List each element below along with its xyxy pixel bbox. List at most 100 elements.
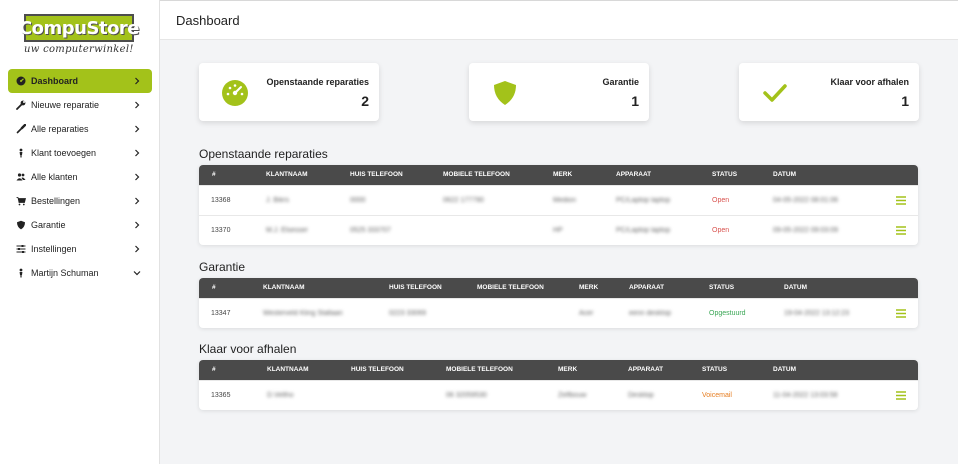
- column-header[interactable]: DATUM: [773, 366, 796, 373]
- column-header[interactable]: MERK: [558, 366, 577, 373]
- cell-mobile-phone: 06 32059530: [446, 392, 487, 399]
- cell-status: Open: [712, 197, 730, 204]
- card-count: 1: [631, 93, 639, 109]
- cell-mobile-phone: 0622 177790: [443, 197, 484, 204]
- users-icon: [16, 172, 26, 182]
- cell-device: PC/Laptop laptop: [616, 227, 671, 234]
- cell-date: 11-04-2022 13:03:58: [773, 392, 838, 399]
- column-header[interactable]: MOBIELE TELEFOON: [446, 366, 513, 373]
- column-header[interactable]: MERK: [553, 171, 572, 178]
- cell-home-phone: 0223 33069: [389, 310, 426, 317]
- column-header[interactable]: #: [212, 284, 216, 291]
- cell-brand: HP: [553, 227, 563, 234]
- sidebar-item-all-repairs[interactable]: Alle reparaties: [8, 117, 152, 141]
- column-header[interactable]: APPARAAT: [616, 171, 651, 178]
- cell-customer: M.J. Elsesser: [266, 227, 309, 234]
- table-header: # KLANTNAAM HUIS TELEFOON MOBIELE TELEFO…: [199, 165, 918, 185]
- cell-home-phone: 0000: [350, 197, 366, 204]
- column-header[interactable]: STATUS: [712, 171, 737, 178]
- column-header[interactable]: MOBIELE TELEFOON: [443, 171, 510, 178]
- sidebar-item-settings[interactable]: Instellingen: [8, 237, 152, 261]
- table-open-repairs: # KLANTNAAM HUIS TELEFOON MOBIELE TELEFO…: [199, 165, 918, 245]
- menu-icon[interactable]: [896, 226, 906, 235]
- cell-date: 04-05-2022 08:01:06: [773, 197, 838, 204]
- column-header[interactable]: HUIS TELEFOON: [389, 284, 442, 291]
- sidebar-item-add-customer[interactable]: Klant toevoegen: [8, 141, 152, 165]
- sidebar-item-label: Alle klanten: [31, 172, 78, 182]
- column-header[interactable]: DATUM: [773, 171, 796, 178]
- section-title-open-repairs: Openstaande reparaties: [199, 147, 328, 161]
- cell-status: Voicemail: [702, 392, 732, 399]
- column-header[interactable]: APPARAAT: [629, 284, 664, 291]
- menu-icon[interactable]: [896, 391, 906, 400]
- column-header[interactable]: KLANTNAAM: [266, 171, 308, 178]
- sidebar-item-new-repair[interactable]: Nieuwe reparatie: [8, 93, 152, 117]
- column-header[interactable]: APPARAAT: [628, 366, 663, 373]
- column-header[interactable]: KLANTNAAM: [267, 366, 309, 373]
- brand-logo[interactable]: CompuStore uw computerwinkel!: [19, 14, 140, 60]
- column-header[interactable]: DATUM: [784, 284, 807, 291]
- column-header[interactable]: STATUS: [702, 366, 727, 373]
- stat-card-warranty[interactable]: Garantie 1: [469, 63, 649, 121]
- column-header[interactable]: #: [212, 366, 216, 373]
- table-row[interactable]: 13370 M.J. Elsesser 0525 333707 HP PC/La…: [199, 215, 918, 245]
- sidebar-nav: Dashboard Nieuwe reparatie Alle reparati…: [8, 69, 152, 285]
- menu-icon[interactable]: [896, 196, 906, 205]
- chevron-right-icon: [135, 197, 140, 205]
- sidebar-item-all-customers[interactable]: Alle klanten: [8, 165, 152, 189]
- table-header: # KLANTNAAM HUIS TELEFOON MOBIELE TELEFO…: [199, 278, 918, 298]
- cell-device: PC/Laptop laptop: [616, 197, 671, 204]
- chevron-right-icon: [135, 221, 140, 229]
- cell-id: 13370: [211, 227, 231, 234]
- chevron-right-icon: [135, 173, 140, 181]
- top-header: Dashboard: [160, 0, 958, 40]
- cell-date: 09-05-2022 09:03:09: [773, 227, 838, 234]
- card-label: Klaar voor afhalen: [830, 77, 909, 87]
- sidebar-item-label: Martijn Schuman: [31, 268, 99, 278]
- check-icon: [763, 84, 787, 102]
- column-header[interactable]: STATUS: [709, 284, 734, 291]
- column-header[interactable]: MERK: [579, 284, 598, 291]
- chevron-right-icon: [135, 101, 140, 109]
- chevron-right-icon: [135, 125, 140, 133]
- shield-icon: [16, 220, 26, 230]
- shield-icon: [494, 81, 516, 105]
- sidebar-item-user-profile[interactable]: Martijn Schuman: [8, 261, 152, 285]
- dashboard-icon: [16, 76, 26, 86]
- table-header: # KLANTNAAM HUIS TELEFOON MOBIELE TELEFO…: [199, 360, 918, 380]
- table-row[interactable]: 13347 Westerveld Kling Stallaan 0223 330…: [199, 298, 918, 328]
- sidebar-item-label: Nieuwe reparatie: [31, 100, 100, 110]
- sidebar: CompuStore uw computerwinkel! Dashboard …: [0, 0, 160, 464]
- table-warranty: # KLANTNAAM HUIS TELEFOON MOBIELE TELEFO…: [199, 278, 918, 328]
- cell-brand: Acer: [579, 310, 594, 317]
- sliders-icon: [16, 244, 26, 254]
- card-label: Openstaande reparaties: [266, 77, 369, 87]
- cell-customer: Westerveld Kling Stallaan: [263, 310, 343, 317]
- column-header[interactable]: HUIS TELEFOON: [351, 366, 404, 373]
- cell-device: Desktop: [628, 392, 654, 399]
- chevron-right-icon: [135, 245, 140, 253]
- column-header[interactable]: KLANTNAAM: [263, 284, 305, 291]
- sidebar-item-label: Bestellingen: [31, 196, 81, 206]
- brand-tagline: uw computerwinkel!: [24, 44, 134, 55]
- sidebar-item-dashboard[interactable]: Dashboard: [8, 69, 152, 93]
- sidebar-item-label: Dashboard: [31, 76, 79, 86]
- table-row[interactable]: 13365 D.Veltho 06 32059530 Zelfbouw Desk…: [199, 380, 918, 410]
- table-row[interactable]: 13368 J. Bikrs 0000 0622 177790 Medion P…: [199, 185, 918, 215]
- sidebar-item-orders[interactable]: Bestellingen: [8, 189, 152, 213]
- stat-card-open-repairs[interactable]: Openstaande reparaties 2: [199, 63, 379, 121]
- column-header[interactable]: HUIS TELEFOON: [350, 171, 403, 178]
- menu-icon[interactable]: [896, 309, 906, 318]
- stat-card-ready-pickup[interactable]: Klaar voor afhalen 1: [739, 63, 919, 121]
- cell-customer: D.Veltho: [267, 392, 294, 399]
- gauge-icon: [222, 80, 248, 106]
- cell-status: Open: [712, 227, 730, 234]
- brand-name: CompuStore: [18, 17, 140, 39]
- cell-brand: Medion: [553, 197, 576, 204]
- column-header[interactable]: MOBIELE TELEFOON: [477, 284, 544, 291]
- sidebar-item-warranty[interactable]: Garantie: [8, 213, 152, 237]
- cell-customer: J. Bikrs: [266, 197, 289, 204]
- table-ready-pickup: # KLANTNAAM HUIS TELEFOON MOBIELE TELEFO…: [199, 360, 918, 410]
- column-header[interactable]: #: [212, 171, 216, 178]
- sidebar-item-label: Instellingen: [31, 244, 77, 254]
